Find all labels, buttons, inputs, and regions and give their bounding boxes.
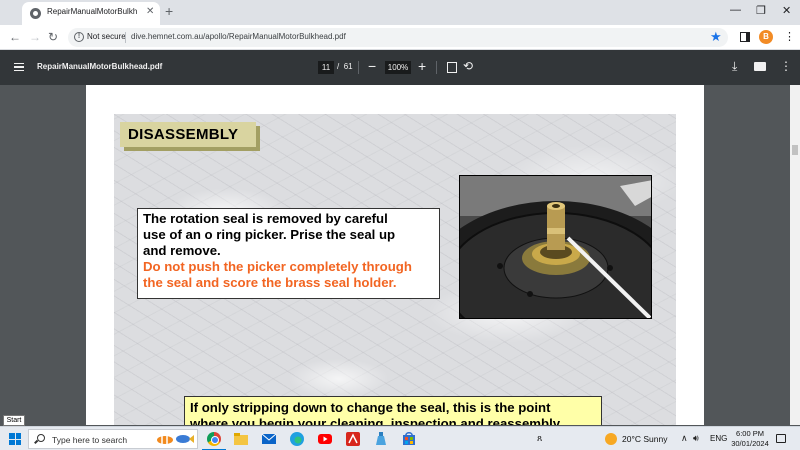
chrome-icon: [207, 432, 221, 446]
note-box: If only stripping down to change the sea…: [184, 396, 602, 425]
scrollbar-thumb[interactable]: [792, 145, 798, 155]
page-number-input[interactable]: 11: [318, 61, 334, 74]
taskbar-mail[interactable]: [260, 430, 278, 448]
fit-to-page-icon[interactable]: [447, 62, 457, 73]
notification-icon[interactable]: [776, 434, 786, 443]
print-icon[interactable]: [754, 62, 766, 71]
windows-start-icon[interactable]: [9, 433, 21, 445]
pdf-viewer[interactable]: DISASSEMBLY The rotation seal is removed…: [0, 85, 790, 425]
not-secure-label[interactable]: Not secure: [87, 32, 126, 41]
clock-time: 6:00 PM: [736, 429, 764, 438]
acrobat-icon: [346, 432, 360, 446]
globe-icon: [30, 8, 41, 19]
instruction-line: use of an o ring picker. Prise the seal …: [143, 227, 396, 242]
toolbar-divider: [358, 61, 359, 74]
taskbar-file-explorer[interactable]: [232, 430, 250, 448]
warning-icon[interactable]: !: [74, 32, 84, 42]
seal-removal-photo: [459, 175, 652, 319]
zoom-in-icon[interactable]: +: [418, 58, 426, 74]
taskbar-youtube[interactable]: [316, 430, 334, 448]
browser-tab[interactable]: RepairManualMotorBulkhead.pdf ✕: [22, 2, 160, 25]
search-highlight-fish-icon: [157, 435, 194, 444]
zoom-level-input[interactable]: 100%: [385, 61, 411, 74]
forward-icon[interactable]: →: [29, 30, 41, 44]
new-tab-button[interactable]: +: [165, 3, 173, 19]
taskbar-search-box[interactable]: Type here to search: [28, 429, 198, 449]
reload-icon[interactable]: ↻: [48, 30, 58, 44]
pdf-page: DISASSEMBLY The rotation seal is removed…: [86, 85, 704, 425]
url-text[interactable]: dive.hemnet.com.au/apollo/RepairManualMo…: [131, 32, 346, 41]
seal-photo-illustration: [460, 176, 651, 318]
pdf-toolbar: RepairManualMotorBulkhead.pdf 11 / 61 − …: [0, 50, 800, 85]
vertical-scrollbar[interactable]: [790, 85, 800, 425]
download-icon[interactable]: ⤓: [732, 59, 737, 74]
edge-icon: [290, 432, 304, 446]
language-indicator[interactable]: ENG: [710, 434, 727, 443]
speaker-icon[interactable]: 🔊︎: [693, 433, 699, 444]
youtube-icon: [318, 434, 332, 444]
instruction-line: The rotation seal is removed by careful: [143, 211, 388, 226]
bookmark-star-icon[interactable]: ★: [710, 29, 722, 45]
cleaner-icon: [376, 432, 386, 445]
pdf-file-name: RepairManualMotorBulkhead.pdf: [37, 62, 163, 71]
section-heading: DISASSEMBLY: [120, 122, 256, 147]
manual-slide: DISASSEMBLY The rotation seal is removed…: [114, 114, 676, 425]
restore-icon[interactable]: ❐: [756, 4, 766, 17]
taskbar: Type here to search ጸ 20°C Sunny ∧ 🔊︎ EN…: [0, 426, 800, 450]
chevron-up-icon[interactable]: ∧: [681, 433, 688, 444]
file-explorer-icon: [234, 433, 248, 445]
warning-line: the seal and score the brass seal holder…: [143, 275, 397, 290]
instruction-line: and remove.: [143, 243, 221, 258]
back-icon[interactable]: ←: [9, 30, 21, 44]
weather-text[interactable]: 20°C Sunny: [622, 434, 667, 444]
search-placeholder: Type here to search: [52, 435, 128, 445]
search-icon: [37, 434, 45, 442]
more-actions-icon[interactable]: ⋮: [780, 59, 792, 73]
minimize-icon[interactable]: —: [730, 4, 741, 16]
zoom-out-icon[interactable]: −: [368, 58, 376, 74]
weather-sun-icon[interactable]: [605, 433, 617, 445]
hamburger-menu-icon[interactable]: [14, 63, 24, 71]
note-line: If only stripping down to change the sea…: [190, 400, 551, 415]
omnibox[interactable]: ! Not secure dive.hemnet.com.au/apollo/R…: [68, 28, 728, 47]
instruction-box: The rotation seal is removed by careful …: [137, 208, 440, 299]
browser-menu-icon[interactable]: ⋮: [784, 30, 795, 43]
close-tab-icon[interactable]: ✕: [146, 6, 154, 17]
close-window-icon[interactable]: ✕: [782, 4, 791, 17]
side-panel-icon[interactable]: [740, 32, 750, 42]
taskbar-cleaner[interactable]: [372, 430, 390, 448]
taskbar-clock[interactable]: 6:00 PM 30/01/2024: [727, 429, 773, 449]
start-tooltip: Start: [3, 415, 25, 426]
page-total: / 61: [337, 62, 353, 71]
taskbar-chrome[interactable]: [202, 430, 226, 450]
tab-title: RepairManualMotorBulkhead.pdf: [47, 7, 137, 16]
browser-tab-strip: RepairManualMotorBulkhead.pdf ✕ + — ❐ ✕: [0, 0, 800, 25]
taskbar-acrobat[interactable]: [344, 430, 362, 448]
people-icon[interactable]: ጸ: [537, 433, 542, 444]
address-bar: ← → ↻ ! Not secure dive.hemnet.com.au/ap…: [0, 25, 800, 50]
mail-icon: [261, 433, 277, 444]
taskbar-edge[interactable]: [288, 430, 306, 448]
warning-line: Do not push the picker completely throug…: [143, 259, 412, 274]
store-icon: [403, 432, 415, 445]
taskbar-store[interactable]: [400, 430, 418, 448]
clock-date: 30/01/2024: [731, 439, 769, 448]
rotate-icon[interactable]: ⟲: [463, 59, 473, 73]
omnibox-divider: [125, 32, 126, 43]
profile-avatar[interactable]: B: [759, 30, 773, 44]
note-line: where you begin your cleaning, inspectio…: [190, 416, 563, 425]
toolbar-divider: [436, 61, 437, 74]
